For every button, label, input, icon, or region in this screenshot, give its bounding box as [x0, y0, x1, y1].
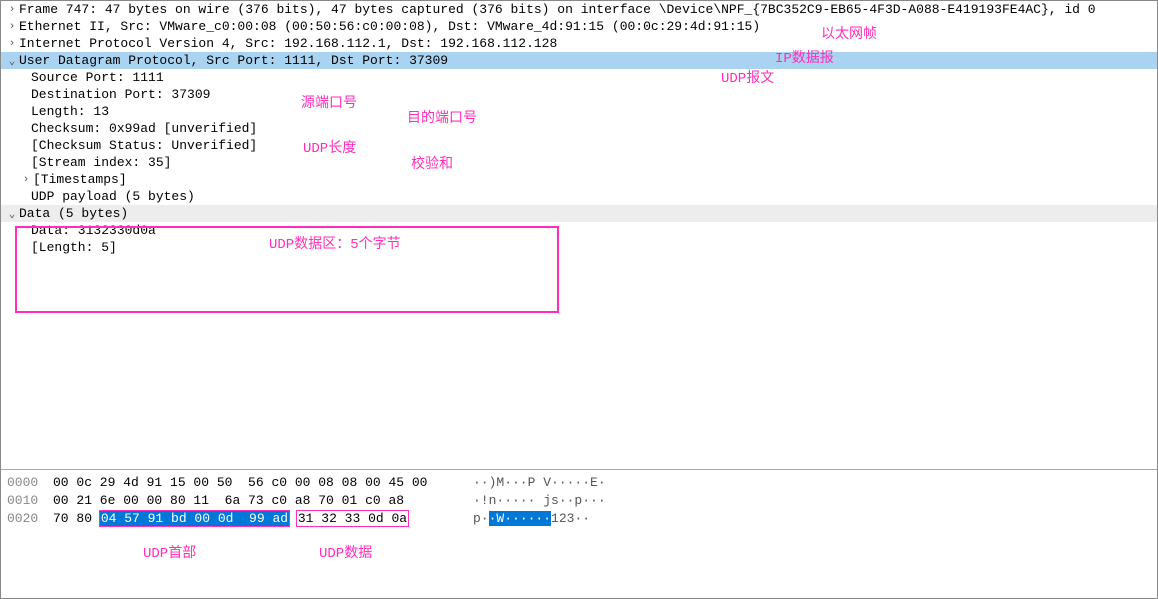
udp-checksum-status-row[interactable]: [Checksum Status: Unverified]: [1, 137, 1157, 154]
expand-icon[interactable]: ›: [5, 21, 19, 33]
annot-udp-data: UDP数据: [319, 542, 372, 562]
hex-offset: 0020: [7, 510, 53, 528]
udp-row[interactable]: ⌄ User Datagram Protocol, Src Port: 1111…: [1, 52, 1157, 69]
udp-text: User Datagram Protocol, Src Port: 1111, …: [19, 53, 448, 68]
frame-row[interactable]: › Frame 747: 47 bytes on wire (376 bits)…: [1, 1, 1157, 18]
udp-length-row[interactable]: Length: 13: [1, 103, 1157, 120]
eth-text: Ethernet II, Src: VMware_c0:00:08 (00:50…: [19, 19, 760, 34]
udp-cksum-status-text: [Checksum Status: Unverified]: [31, 138, 257, 153]
data-row[interactable]: ⌄ Data (5 bytes): [1, 205, 1157, 222]
expand-icon[interactable]: ›: [5, 4, 19, 16]
ip-text: Internet Protocol Version 4, Src: 192.16…: [19, 36, 557, 51]
udp-dst-port-row[interactable]: Destination Port: 37309: [1, 86, 1157, 103]
udp-len-text: Length: 13: [31, 104, 109, 119]
hex-row-0[interactable]: 0000 00 0c 29 4d 91 15 00 50 56 c0 00 08…: [1, 474, 1157, 492]
hex-offset: 0010: [7, 492, 53, 510]
udp-payload-row[interactable]: UDP payload (5 bytes): [1, 188, 1157, 205]
hex-row-1[interactable]: 0010 00 21 6e 00 00 80 11 6a 73 c0 a8 70…: [1, 492, 1157, 510]
udp-cksum-text: Checksum: 0x99ad [unverified]: [31, 121, 257, 136]
frame-text: Frame 747: 47 bytes on wire (376 bits), …: [19, 2, 1096, 17]
udp-stream-text: [Stream index: 35]: [31, 155, 171, 170]
hex-ascii: ··)M···P V·····E·: [473, 474, 606, 492]
hex-bytes: 00 21 6e 00 00 80 11 6a 73 c0 a8 70 01 c…: [53, 492, 473, 510]
hex-bytes: 70 80 04 57 91 bd 00 0d 99 ad 31 32 33 0…: [53, 510, 473, 528]
annot-udp-header: UDP首部: [143, 542, 196, 562]
data-hdr-text: Data (5 bytes): [19, 206, 128, 221]
udp-dst-text: Destination Port: 37309: [31, 87, 210, 102]
hex-bytes: 00 0c 29 4d 91 15 00 50 56 c0 00 08 08 0…: [53, 474, 473, 492]
udp-timestamps-row[interactable]: › [Timestamps]: [1, 171, 1157, 188]
udp-checksum-row[interactable]: Checksum: 0x99ad [unverified]: [1, 120, 1157, 137]
udp-src-port-row[interactable]: Source Port: 1111: [1, 69, 1157, 86]
eth-row[interactable]: › Ethernet II, Src: VMware_c0:00:08 (00:…: [1, 18, 1157, 35]
hex-dump-pane[interactable]: 0000 00 0c 29 4d 91 15 00 50 56 c0 00 08…: [1, 469, 1157, 598]
hex-offset: 0000: [7, 474, 53, 492]
hex-udp-header-bytes: 04 57 91 bd 00 0d 99 ad: [99, 510, 290, 527]
udp-ts-text: [Timestamps]: [33, 172, 127, 187]
hex-row-2[interactable]: 0020 70 80 04 57 91 bd 00 0d 99 ad 31 32…: [1, 510, 1157, 528]
hex-ascii: p··W······123··: [473, 510, 590, 528]
collapse-icon[interactable]: ⌄: [5, 207, 19, 221]
udp-stream-row[interactable]: [Stream index: 35]: [1, 154, 1157, 171]
udp-src-text: Source Port: 1111: [31, 70, 164, 85]
collapse-icon[interactable]: ⌄: [5, 54, 19, 68]
expand-icon[interactable]: ›: [19, 174, 33, 186]
udp-payload-text: UDP payload (5 bytes): [31, 189, 195, 204]
hex-udp-data-bytes: 31 32 33 0d 0a: [296, 510, 409, 527]
hex-ascii: ·!n····· js··p···: [473, 492, 606, 510]
annot-payload-box: [15, 226, 559, 313]
ip-row[interactable]: › Internet Protocol Version 4, Src: 192.…: [1, 35, 1157, 52]
expand-icon[interactable]: ›: [5, 38, 19, 50]
